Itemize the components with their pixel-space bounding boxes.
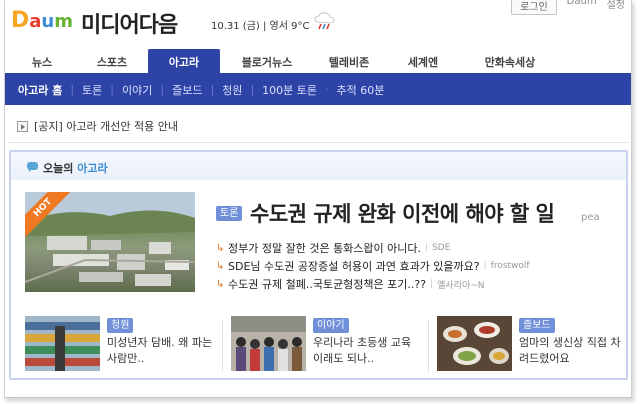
box-header: 오늘의 아고라 xyxy=(11,152,626,180)
divider: | xyxy=(430,279,434,289)
divider: | xyxy=(110,83,114,96)
card-thumbnail[interactable] xyxy=(437,316,512,371)
list-item-text[interactable]: SDE님 수도권 공장증설 허용이 과연 효과가 있을까요? xyxy=(228,258,480,274)
crowd-image xyxy=(231,316,306,371)
rain-cloud-icon xyxy=(314,12,335,30)
store-shelf-image xyxy=(25,316,100,371)
agora-subnav: 아고라 홈 | 토론 | 이야기 | 즐보드 | 청원 | 100분 토론 · … xyxy=(5,74,631,105)
notice-text[interactable]: [공지] 아고라 개선안 적용 안내 xyxy=(34,118,178,134)
date-weather: 10.31 (금) | 영서 9°C xyxy=(211,21,310,32)
reply-arrow-icon: ↳ xyxy=(216,242,225,254)
tab-news[interactable]: 뉴스 xyxy=(11,49,73,74)
logo-letter: u xyxy=(41,11,55,32)
tab-sports[interactable]: 스포츠 xyxy=(77,49,147,74)
list-item[interactable]: ↳ 정부가 정말 잘한 것은 통화스왑이 아니다. | SDE xyxy=(216,239,530,257)
list-item[interactable]: ↳ 수도권 규제 철폐..국토균형정책은 포기..?? | 옐사리아~N xyxy=(216,275,530,293)
browser-frame: D a u m 미디어다음 10.31 (금) | 영서 9°C 로그인 Dau… xyxy=(4,0,632,398)
divider: | xyxy=(70,83,75,96)
daum-logo[interactable]: D a u m xyxy=(11,9,73,33)
card[interactable]: 즐보드 엄마의 생신상 직접 차려드렸어요 xyxy=(437,316,622,376)
list-item-author[interactable]: 옐사리아~N xyxy=(437,278,484,291)
logo-letter: D xyxy=(11,8,30,33)
chat-bubble-icon xyxy=(27,162,38,172)
subnav-item-debate[interactable]: 토론 xyxy=(82,82,102,98)
daum-link[interactable]: Daum xyxy=(567,0,597,15)
subnav-item-100min[interactable]: 100분 토론 xyxy=(262,82,317,98)
logo-letter: m xyxy=(54,11,74,32)
tab-agora[interactable]: 아고라 xyxy=(148,49,220,74)
list-item-text[interactable]: 수도권 규제 철폐..국토균형정책은 포기..?? xyxy=(228,276,426,292)
headline-link[interactable]: 수도권 규제 완화 이전에 해야 할 일 xyxy=(250,198,555,228)
food-table-image xyxy=(437,316,512,371)
divider: | xyxy=(160,83,165,96)
divider: | xyxy=(250,83,255,96)
reply-arrow-icon: ↳ xyxy=(216,260,225,272)
divider: | xyxy=(425,243,429,253)
site-title[interactable]: 미디어다음 xyxy=(81,7,178,39)
card-title[interactable]: 우리나라 초등생 교육 이래도 되나.. xyxy=(313,335,423,367)
login-button[interactable]: 로그인 xyxy=(511,0,557,15)
headline-category-tag[interactable]: 토론 xyxy=(216,206,243,221)
subnav-item-chase60[interactable]: 추적 60분 xyxy=(337,82,385,98)
tab-blogger-news[interactable]: 블로거뉴스 xyxy=(223,49,311,74)
divider: · xyxy=(325,83,329,96)
related-list: ↳ 정부가 정말 잘한 것은 통화스왑이 아니다. | SDE ↳ SDE님 수… xyxy=(216,239,530,293)
tab-world[interactable]: 세계엔 xyxy=(388,49,458,74)
logo-letter: a xyxy=(29,11,42,32)
card-title[interactable]: 엄마의 생신상 직접 차려드렸어요 xyxy=(519,335,629,367)
tab-cartoon[interactable]: 만화속세상 xyxy=(460,49,560,74)
card-row: 청원 미성년자 담배. 왜 파는 사람만.. 이야기 우리나라 초등생 교육 이… xyxy=(11,316,626,378)
list-item[interactable]: ↳ SDE님 수도권 공장증설 허용이 과연 효과가 있을까요? | frost… xyxy=(216,257,530,275)
top-links: 로그인 Daum 설정 xyxy=(511,0,625,15)
subnav-item-home[interactable]: 아고라 홈 xyxy=(18,82,62,98)
subnav-item-petition[interactable]: 청원 xyxy=(222,82,242,98)
card-category-tag[interactable]: 즐보드 xyxy=(519,318,555,333)
subnav-item-story[interactable]: 이야기 xyxy=(122,82,152,98)
hero-image[interactable]: HOT xyxy=(25,192,195,292)
list-item-text[interactable]: 정부가 정말 잘한 것은 통화스왑이 아니다. xyxy=(228,240,421,256)
divider xyxy=(428,320,429,372)
notice[interactable]: [공지] 아고라 개선안 적용 안내 xyxy=(17,118,178,134)
card-thumbnail[interactable] xyxy=(25,316,100,371)
header: D a u m 미디어다음 10.31 (금) | 영서 9°C 로그인 Dau… xyxy=(5,0,631,46)
card-title[interactable]: 미성년자 담배. 왜 파는 사람만.. xyxy=(107,335,217,367)
divider xyxy=(222,320,223,372)
today-agora-box: 오늘의 아고라 HOT 토론 수도권 규제 완화 이전에 해야 할 일 pea xyxy=(9,150,628,380)
tab-tvzone[interactable]: 텔레비존 xyxy=(311,49,387,74)
main-tabs: 뉴스 스포츠 아고라 블로거뉴스 텔레비존 세계엔 만화속세상 xyxy=(5,46,631,74)
reply-arrow-icon: ↳ xyxy=(216,278,225,290)
divider: | xyxy=(483,261,487,271)
list-item-author[interactable]: frostwolf xyxy=(491,261,530,271)
card-thumbnail[interactable] xyxy=(231,316,306,371)
subnav-item-board[interactable]: 즐보드 xyxy=(172,82,202,98)
divider xyxy=(9,142,629,143)
list-item-author[interactable]: SDE xyxy=(432,243,450,253)
card-category-tag[interactable]: 청원 xyxy=(107,318,134,333)
settings-link[interactable]: 설정 xyxy=(607,0,625,15)
notice-arrow-icon xyxy=(17,120,28,132)
divider: | xyxy=(210,83,215,96)
card-category-tag[interactable]: 이야기 xyxy=(313,318,349,333)
card[interactable]: 이야기 우리나라 초등생 교육 이래도 되나.. xyxy=(231,316,421,376)
headline-author[interactable]: pea xyxy=(581,212,600,223)
card[interactable]: 청원 미성년자 담배. 왜 파는 사람만.. xyxy=(25,316,215,376)
box-title: 오늘의 아고라 xyxy=(43,162,108,175)
